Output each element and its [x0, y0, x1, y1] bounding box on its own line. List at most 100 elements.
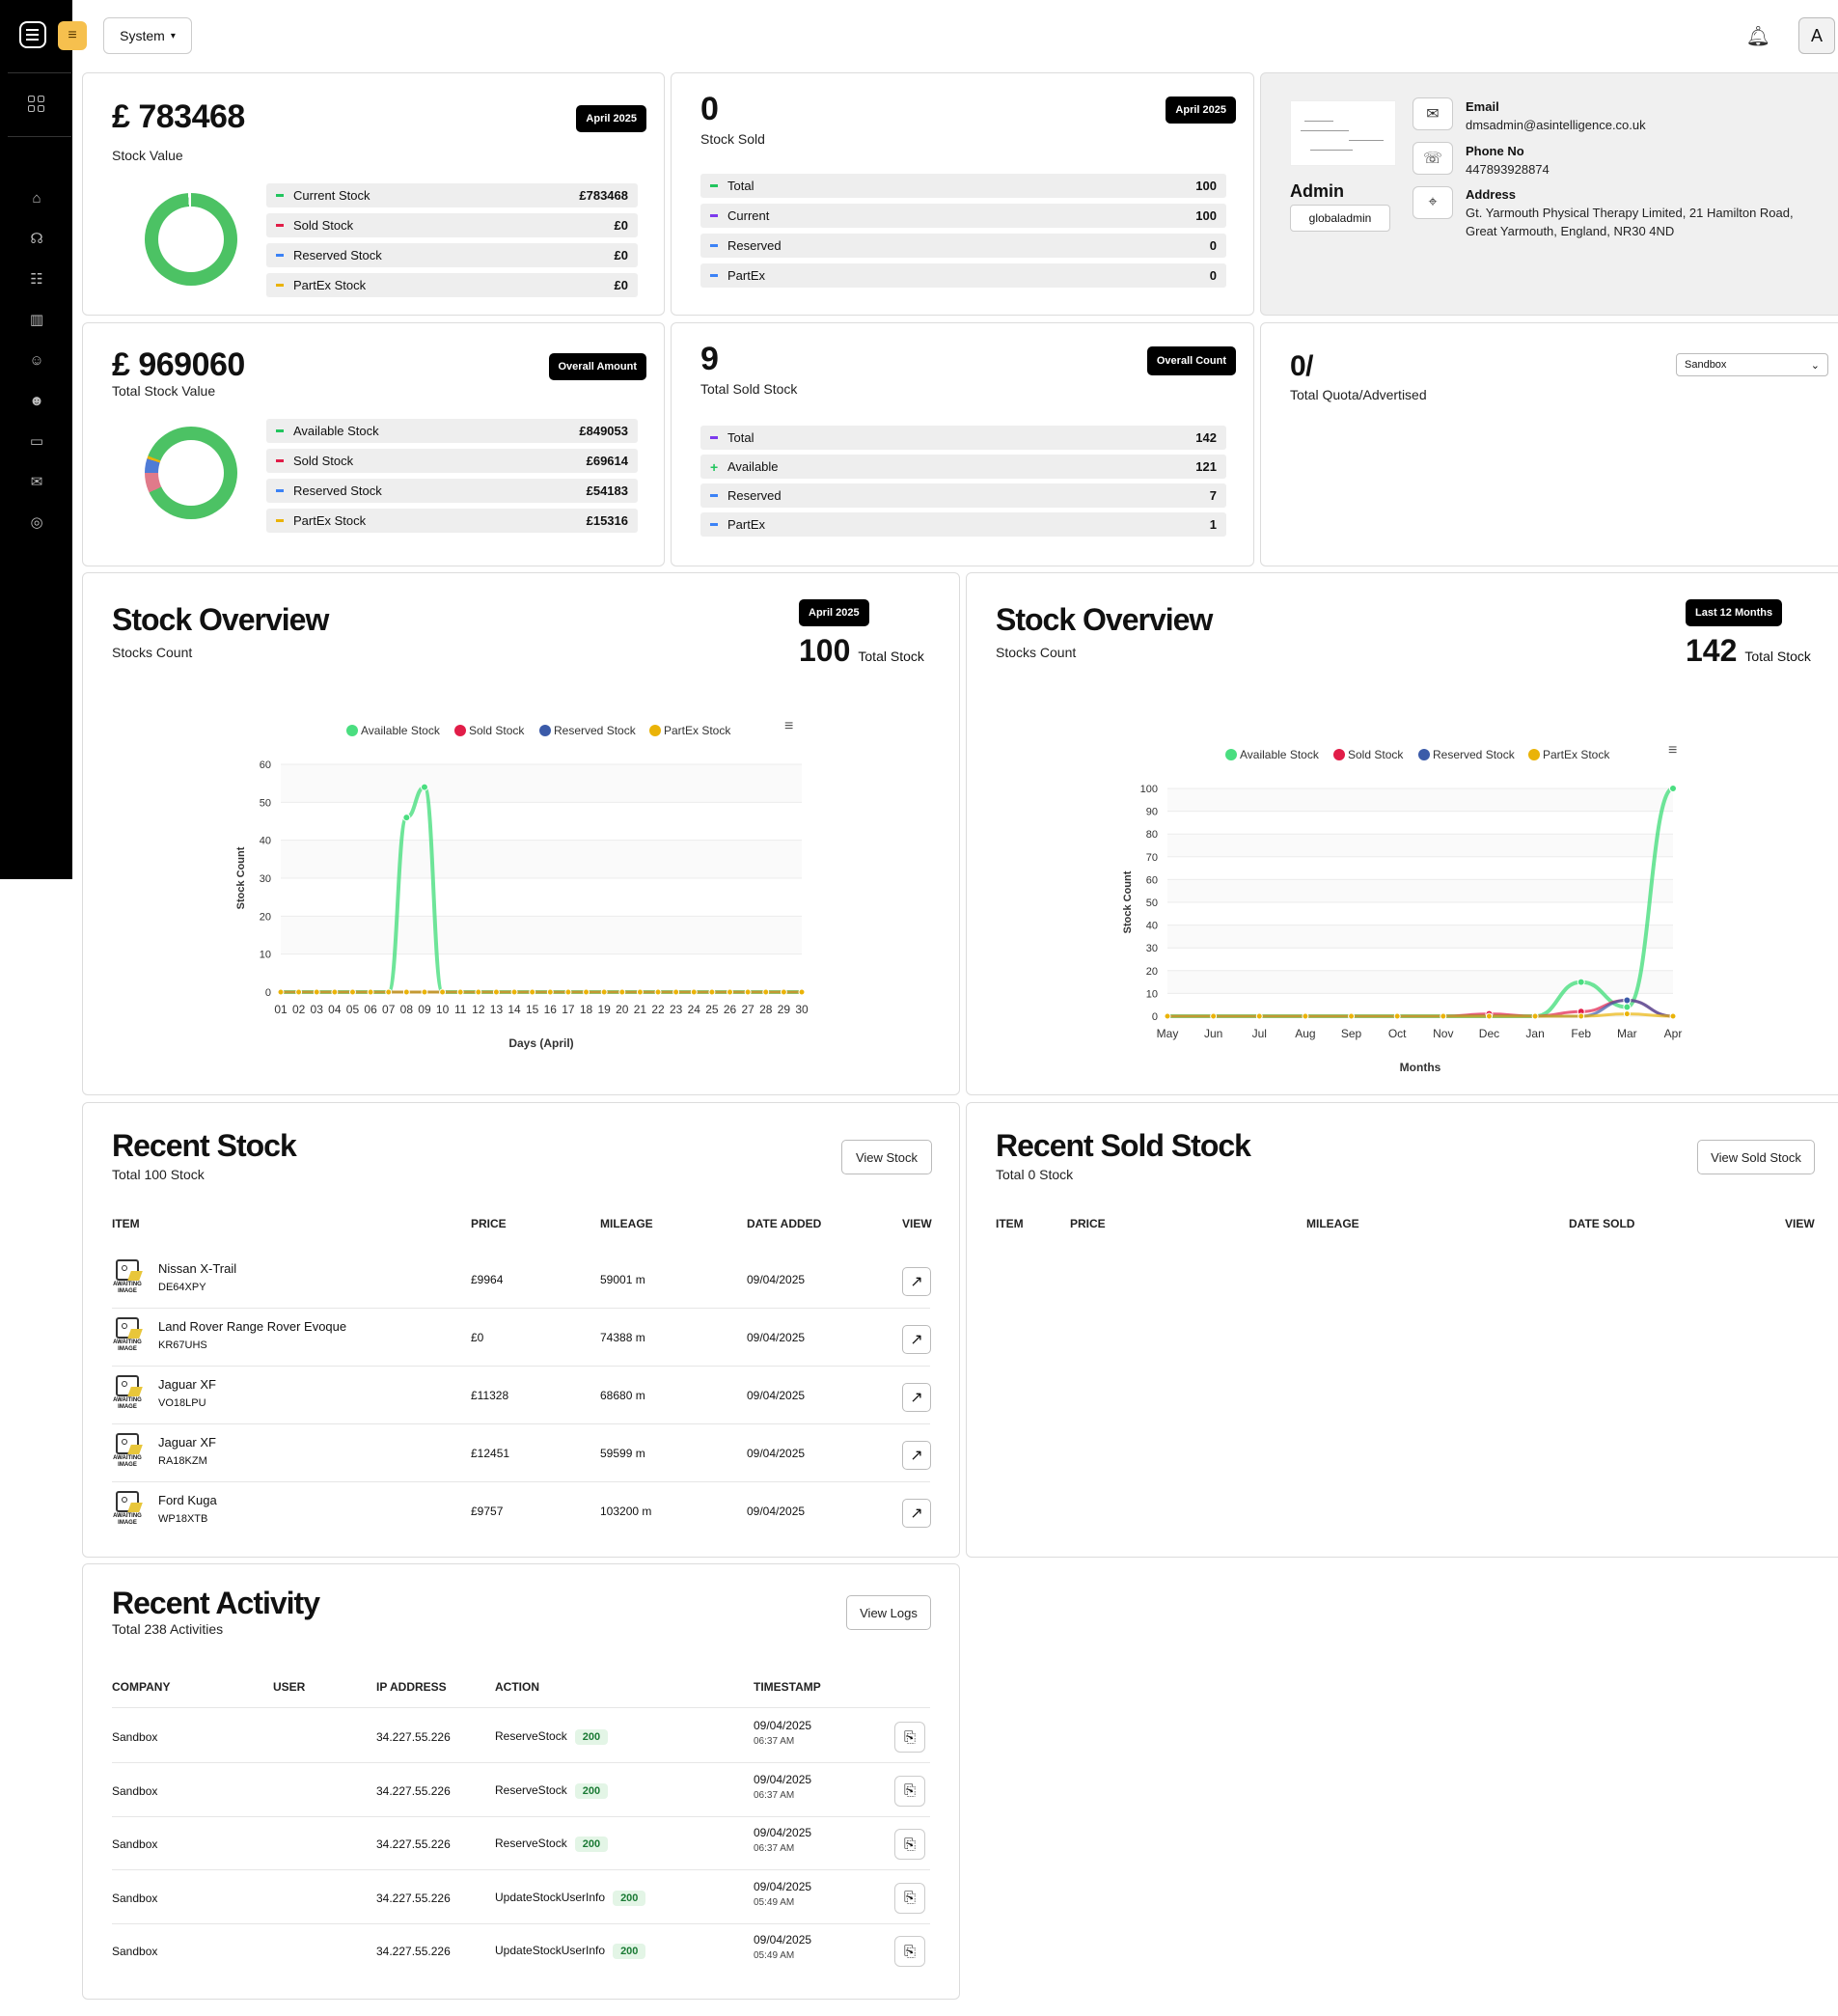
coins-icon[interactable]: ◎ [27, 513, 46, 531]
legend-marker[interactable] [1528, 749, 1540, 760]
data-point[interactable] [780, 988, 787, 996]
data-point[interactable] [1577, 1012, 1585, 1020]
users-icon[interactable]: ☷ [27, 270, 46, 288]
data-point[interactable] [744, 988, 752, 996]
data-point[interactable] [1210, 1012, 1218, 1020]
legend-marker[interactable] [346, 725, 358, 736]
legend-marker[interactable] [1333, 749, 1345, 760]
data-point[interactable] [277, 988, 285, 996]
app-logo-icon[interactable] [19, 21, 46, 48]
data-point[interactable] [295, 988, 303, 996]
data-point[interactable] [1164, 1012, 1171, 1020]
data-point[interactable] [708, 988, 716, 996]
data-point[interactable] [1348, 1012, 1356, 1020]
legend-label[interactable]: Reserved Stock [554, 724, 637, 737]
data-point[interactable] [1255, 1012, 1263, 1020]
view-log-row-button[interactable]: ⎘ [894, 1936, 925, 1967]
view-stock-button[interactable]: View Stock [841, 1140, 932, 1174]
legend-marker[interactable] [1225, 749, 1237, 760]
chat-icon[interactable]: ✉ [27, 473, 46, 490]
view-stock-row-button[interactable]: ↗ [902, 1325, 931, 1354]
view-sold-stock-button[interactable]: View Sold Stock [1697, 1140, 1815, 1174]
data-point[interactable] [600, 988, 608, 996]
data-point[interactable] [367, 988, 374, 996]
data-point[interactable] [402, 814, 411, 822]
data-point[interactable] [1669, 1012, 1677, 1020]
legend-label[interactable]: Available Stock [361, 724, 441, 737]
data-point[interactable] [1440, 1012, 1447, 1020]
view-stock-row-button[interactable]: ↗ [902, 1441, 931, 1470]
data-point[interactable] [583, 988, 590, 996]
y-tick-label: 10 [260, 950, 271, 961]
legend-marker[interactable] [649, 725, 661, 736]
legend-marker[interactable] [539, 725, 551, 736]
data-point[interactable] [798, 988, 806, 996]
data-point[interactable] [546, 988, 554, 996]
avatar[interactable]: A [1798, 17, 1835, 54]
legend-label[interactable]: Reserved Stock [1433, 748, 1516, 761]
data-point[interactable] [762, 988, 770, 996]
data-point[interactable] [636, 988, 644, 996]
dashboard-icon[interactable] [28, 96, 45, 113]
data-point[interactable] [1669, 785, 1677, 792]
notification-bell-icon[interactable]: 🔔︎ [1746, 24, 1770, 48]
data-point[interactable] [1623, 1003, 1632, 1011]
data-point[interactable] [331, 988, 339, 996]
system-dropdown[interactable]: System ▾ [103, 17, 192, 54]
summary-row-value: £0 [614, 278, 628, 292]
support-icon[interactable]: ☊ [27, 230, 46, 247]
data-point[interactable] [1485, 1012, 1493, 1020]
legend-label[interactable]: PartEx Stock [1543, 748, 1610, 761]
data-point[interactable] [529, 988, 536, 996]
view-stock-row-button[interactable]: ↗ [902, 1499, 931, 1528]
view-log-row-button[interactable]: ⎘ [894, 1829, 925, 1860]
view-log-row-button[interactable]: ⎘ [894, 1775, 925, 1807]
legend-marker[interactable] [454, 725, 466, 736]
data-point[interactable] [1623, 996, 1632, 1005]
garage-icon[interactable]: ⌂ [27, 189, 46, 207]
legend-label[interactable]: Sold Stock [469, 724, 525, 737]
legend-dash-icon [710, 274, 718, 277]
legend-marker[interactable] [1418, 749, 1430, 760]
summary-row-value: £69614 [586, 454, 628, 468]
data-point[interactable] [618, 988, 626, 996]
user-settings-icon[interactable]: ☺ [27, 351, 46, 369]
view-stock-row-button[interactable]: ↗ [902, 1383, 931, 1412]
data-point[interactable] [690, 988, 698, 996]
building-icon[interactable]: ▥ [27, 311, 46, 328]
data-point[interactable] [1623, 1010, 1631, 1018]
data-point[interactable] [492, 988, 500, 996]
legend-label[interactable]: Sold Stock [1348, 748, 1404, 761]
view-log-row-button[interactable]: ⎘ [894, 1882, 925, 1914]
data-point[interactable] [313, 988, 320, 996]
x-tick-label: 23 [670, 1003, 683, 1016]
data-point[interactable] [385, 988, 393, 996]
card-icon[interactable]: ▭ [27, 432, 46, 450]
view-log-row-button[interactable]: ⎘ [894, 1722, 925, 1753]
data-point[interactable] [456, 988, 464, 996]
company-select[interactable]: Sandbox ⌄ [1676, 353, 1828, 376]
data-point[interactable] [402, 988, 410, 996]
data-point[interactable] [421, 988, 428, 996]
view-stock-row-button[interactable]: ↗ [902, 1267, 931, 1296]
data-point[interactable] [727, 988, 734, 996]
legend-label[interactable]: Available Stock [1240, 748, 1320, 761]
data-point[interactable] [564, 988, 572, 996]
data-point[interactable] [672, 988, 680, 996]
data-point[interactable] [1577, 978, 1585, 986]
view-logs-button[interactable]: View Logs [846, 1595, 931, 1630]
data-point[interactable] [420, 783, 428, 791]
data-point[interactable] [348, 988, 356, 996]
data-point[interactable] [475, 988, 482, 996]
data-point[interactable] [1393, 1012, 1401, 1020]
legend-label[interactable]: PartEx Stock [664, 724, 731, 737]
data-point[interactable] [439, 988, 447, 996]
data-point[interactable] [1531, 1012, 1539, 1020]
series-line-1 [281, 785, 802, 994]
data-point[interactable] [510, 988, 518, 996]
add-user-icon[interactable]: ☻ [27, 392, 46, 409]
data-point[interactable] [1302, 1012, 1309, 1020]
data-point[interactable] [654, 988, 662, 996]
summary-row-label: PartEx [727, 517, 766, 532]
awaiting-image-text: AWAITING IMAGE [113, 1513, 142, 1526]
